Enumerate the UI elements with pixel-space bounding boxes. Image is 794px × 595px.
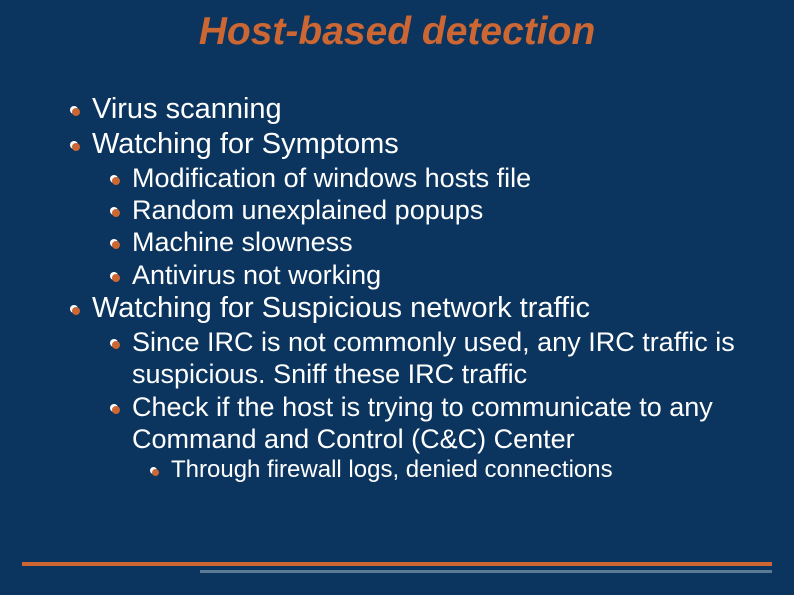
bullet-text: Watching for Symptoms	[92, 127, 774, 162]
list-item: Watching for Symptoms	[70, 127, 774, 162]
bullet-text: Antivirus not working	[132, 259, 774, 291]
secondary-line	[200, 570, 772, 573]
bullet-text: Random unexplained popups	[132, 194, 774, 226]
bullet-icon	[110, 207, 118, 215]
bullet-text: Machine slowness	[132, 226, 774, 258]
list-item: Since IRC is not commonly used, any IRC …	[110, 326, 774, 391]
slide-content: Virus scanning Watching for Symptoms Mod…	[20, 92, 774, 484]
list-item: Virus scanning	[70, 92, 774, 127]
bullet-icon	[70, 305, 78, 313]
slide: Host-based detection Virus scanning Watc…	[0, 0, 794, 595]
bullet-icon	[110, 339, 118, 347]
list-item: Random unexplained popups	[110, 194, 774, 226]
list-item: Modification of windows hosts file	[110, 162, 774, 194]
list-item: Watching for Suspicious network traffic	[70, 291, 774, 326]
list-item: Machine slowness	[110, 226, 774, 258]
bullet-icon	[70, 106, 78, 114]
bullet-text: Check if the host is trying to communica…	[132, 391, 774, 456]
bullet-icon	[110, 272, 118, 280]
bullet-icon	[70, 141, 78, 149]
bullet-text: Virus scanning	[92, 92, 774, 127]
accent-line	[22, 562, 772, 566]
bullet-text: Since IRC is not commonly used, any IRC …	[132, 326, 774, 391]
bullet-icon	[110, 175, 118, 183]
bullet-icon	[110, 404, 118, 412]
bullet-icon	[110, 239, 118, 247]
list-item: Antivirus not working	[110, 259, 774, 291]
bullet-text: Modification of windows hosts file	[132, 162, 774, 194]
bullet-text: Watching for Suspicious network traffic	[92, 291, 774, 326]
footer-decoration	[0, 562, 794, 573]
slide-title: Host-based detection	[20, 10, 774, 54]
list-item: Through firewall logs, denied connection…	[150, 456, 774, 485]
bullet-text: Through firewall logs, denied connection…	[171, 456, 774, 485]
list-item: Check if the host is trying to communica…	[110, 391, 774, 456]
bullet-icon	[150, 467, 157, 474]
